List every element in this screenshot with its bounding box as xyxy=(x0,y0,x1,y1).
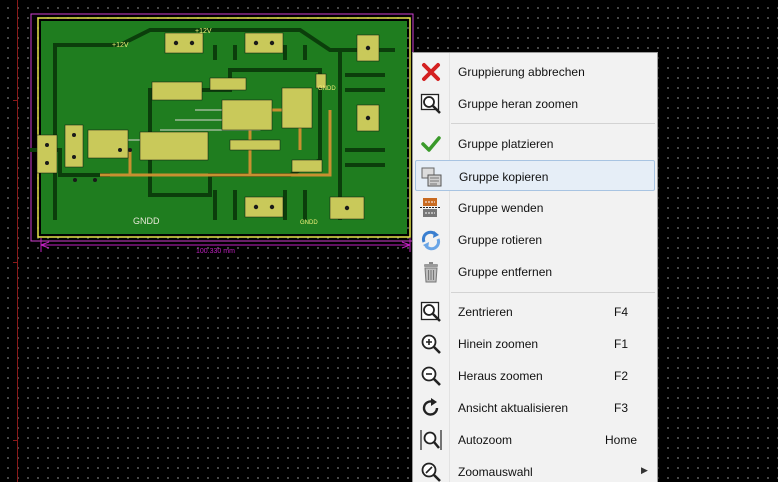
zoom-block-icon xyxy=(419,92,443,116)
menu-item-label: Gruppe platzieren xyxy=(458,137,554,151)
trash-icon xyxy=(419,260,443,284)
dimension-label: 100.330 mm xyxy=(196,248,235,255)
menu-item-shortcut: Home xyxy=(604,433,637,447)
zoom-out-icon xyxy=(419,364,443,388)
rotate-block-icon xyxy=(419,228,443,252)
silk-12v-label-b: +12V xyxy=(195,28,212,35)
menu-item-label: Gruppe wenden xyxy=(458,201,544,215)
menu-item-refresh-view[interactable]: Ansicht aktualisieren F3 xyxy=(415,392,655,423)
menu-item-shortcut: F1 xyxy=(613,337,628,351)
silk-gndd-label: GNDD xyxy=(133,216,160,226)
pcb-canvas[interactable]: +12V +12V GNDD GNDD GNDD 100.330 mm xyxy=(0,0,778,482)
silk-12v-label-a: +12V xyxy=(112,42,129,49)
menu-item-autozoom[interactable]: Autozoom Home xyxy=(415,424,655,455)
menu-item-flip-group[interactable]: Gruppe wenden xyxy=(415,192,655,223)
silk-gndd-bottom-right-label: GNDD xyxy=(300,220,318,226)
menu-item-label: Zoomauswahl xyxy=(458,465,533,479)
menu-item-label: Ansicht aktualisieren xyxy=(458,401,569,415)
silk-gndd-top-label: GNDD xyxy=(318,86,336,92)
submenu-arrow-icon: ▶ xyxy=(641,465,648,475)
menu-item-delete-group[interactable]: Gruppe entfernen xyxy=(415,256,655,287)
menu-item-cancel-group[interactable]: Gruppierung abbrechen xyxy=(415,56,655,87)
pcb-layout[interactable]: +12V +12V GNDD GNDD GNDD 100.330 mm xyxy=(0,0,778,482)
menu-item-copy-group[interactable]: Gruppe kopieren xyxy=(415,160,655,191)
menu-item-label: Heraus zoomen xyxy=(458,369,543,383)
menu-separator xyxy=(451,123,655,124)
menu-item-place-group[interactable]: Gruppe platzieren xyxy=(415,128,655,159)
context-menu: Gruppierung abbrechen Gruppe heran zoome… xyxy=(412,52,658,482)
menu-item-label: Gruppe entfernen xyxy=(458,265,553,279)
refresh-icon xyxy=(419,396,443,420)
menu-item-rotate-group[interactable]: Gruppe rotieren xyxy=(415,224,655,255)
cancel-x-icon xyxy=(419,60,443,84)
menu-item-shortcut: F2 xyxy=(613,369,628,383)
menu-item-zoom-out[interactable]: Heraus zoomen F2 xyxy=(415,360,655,391)
menu-item-label: Zentrieren xyxy=(458,305,513,319)
menu-separator xyxy=(451,292,655,293)
menu-item-label: Gruppierung abbrechen xyxy=(458,65,585,79)
zoom-center-icon xyxy=(419,300,443,324)
zoom-select-icon xyxy=(419,460,443,482)
menu-item-label: Gruppe rotieren xyxy=(458,233,543,247)
menu-item-label: Gruppe heran zoomen xyxy=(458,97,579,111)
menu-item-zoom-in[interactable]: Hinein zoomen F1 xyxy=(415,328,655,359)
menu-item-shortcut: F3 xyxy=(613,401,628,415)
zoom-auto-icon xyxy=(419,428,443,452)
checkmark-icon xyxy=(419,132,443,156)
copy-block-icon xyxy=(420,165,444,189)
zoom-in-icon xyxy=(419,332,443,356)
menu-item-center[interactable]: Zentrieren F4 xyxy=(415,296,655,327)
menu-item-label: Gruppe kopieren xyxy=(459,170,549,184)
flip-block-icon xyxy=(419,196,443,220)
menu-item-zoom-group[interactable]: Gruppe heran zoomen xyxy=(415,88,655,119)
menu-item-shortcut: F4 xyxy=(613,305,628,319)
menu-item-zoom-select[interactable]: Zoomauswahl ▶ xyxy=(415,456,655,482)
menu-item-label: Autozoom xyxy=(458,433,513,447)
menu-item-label: Hinein zoomen xyxy=(458,337,539,351)
